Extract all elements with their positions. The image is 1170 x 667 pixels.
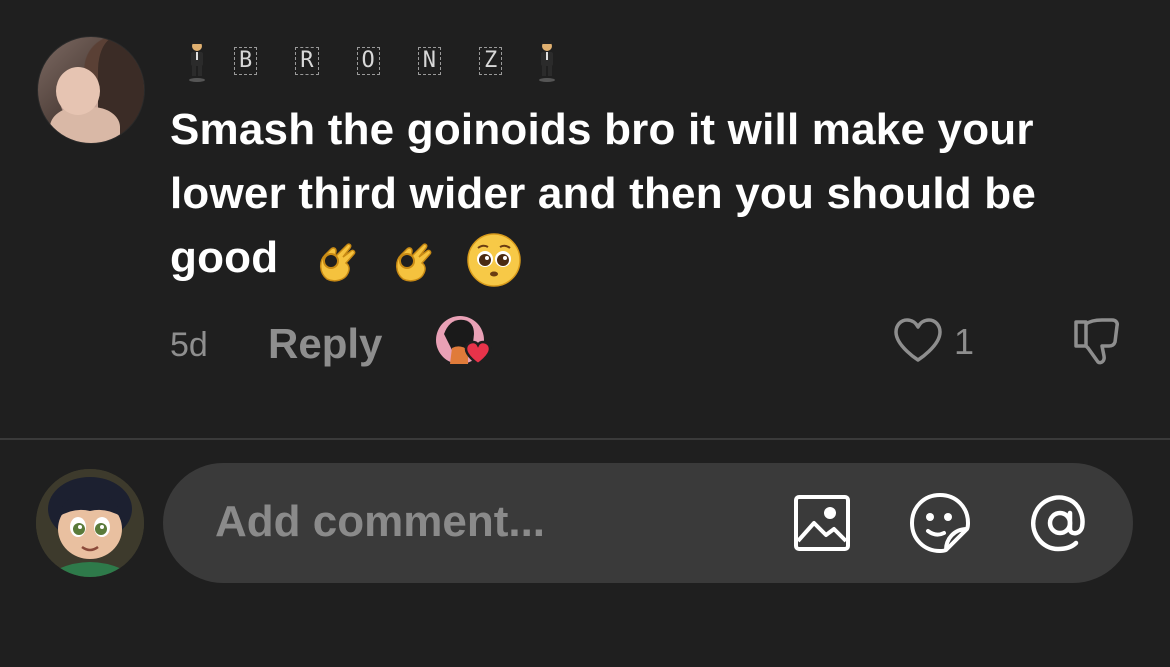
username-letter: Z — [479, 47, 503, 75]
comment-input-placeholder: Add comment... — [215, 497, 546, 546]
like-button[interactable]: 1 — [892, 314, 974, 370]
creator-liked-icon — [434, 314, 498, 370]
like-count: 1 — [954, 321, 975, 362]
comment-text: Smash the goinoids bro it will make your… — [170, 105, 1037, 282]
comment-timestamp: 5d — [170, 326, 208, 364]
username-letter: R — [295, 47, 319, 75]
ok-hand-emoji-icon — [389, 235, 439, 285]
username-letter: B — [234, 47, 258, 75]
comment-screen: B R O N Z Smash the goinoids bro it will… — [0, 0, 1170, 667]
sticker-icon[interactable] — [908, 491, 972, 555]
heart-outline-icon — [892, 316, 944, 369]
username-letter: N — [417, 47, 441, 75]
comment-actions: 5d Reply 1 — [170, 312, 1130, 372]
pleading-face-emoji-icon — [466, 232, 522, 288]
image-icon[interactable] — [790, 491, 854, 555]
thumbs-down-icon[interactable] — [1070, 314, 1126, 370]
ok-hand-emoji-icon — [313, 235, 363, 285]
username-letter: O — [356, 47, 380, 75]
reply-button[interactable]: Reply — [268, 320, 382, 368]
businessman-levitating-icon — [186, 39, 208, 83]
businessman-levitating-icon — [536, 39, 558, 83]
comment-body: Smash the goinoids bro it will make your… — [170, 98, 1070, 290]
commenter-username[interactable]: B R O N Z — [186, 36, 558, 86]
comment-input[interactable]: Add comment... — [163, 463, 1133, 583]
divider — [0, 438, 1170, 440]
mention-icon[interactable] — [1028, 491, 1092, 555]
current-user-avatar — [36, 469, 144, 577]
commenter-avatar[interactable] — [37, 36, 145, 144]
username-letters: B R O N Z — [234, 47, 503, 75]
